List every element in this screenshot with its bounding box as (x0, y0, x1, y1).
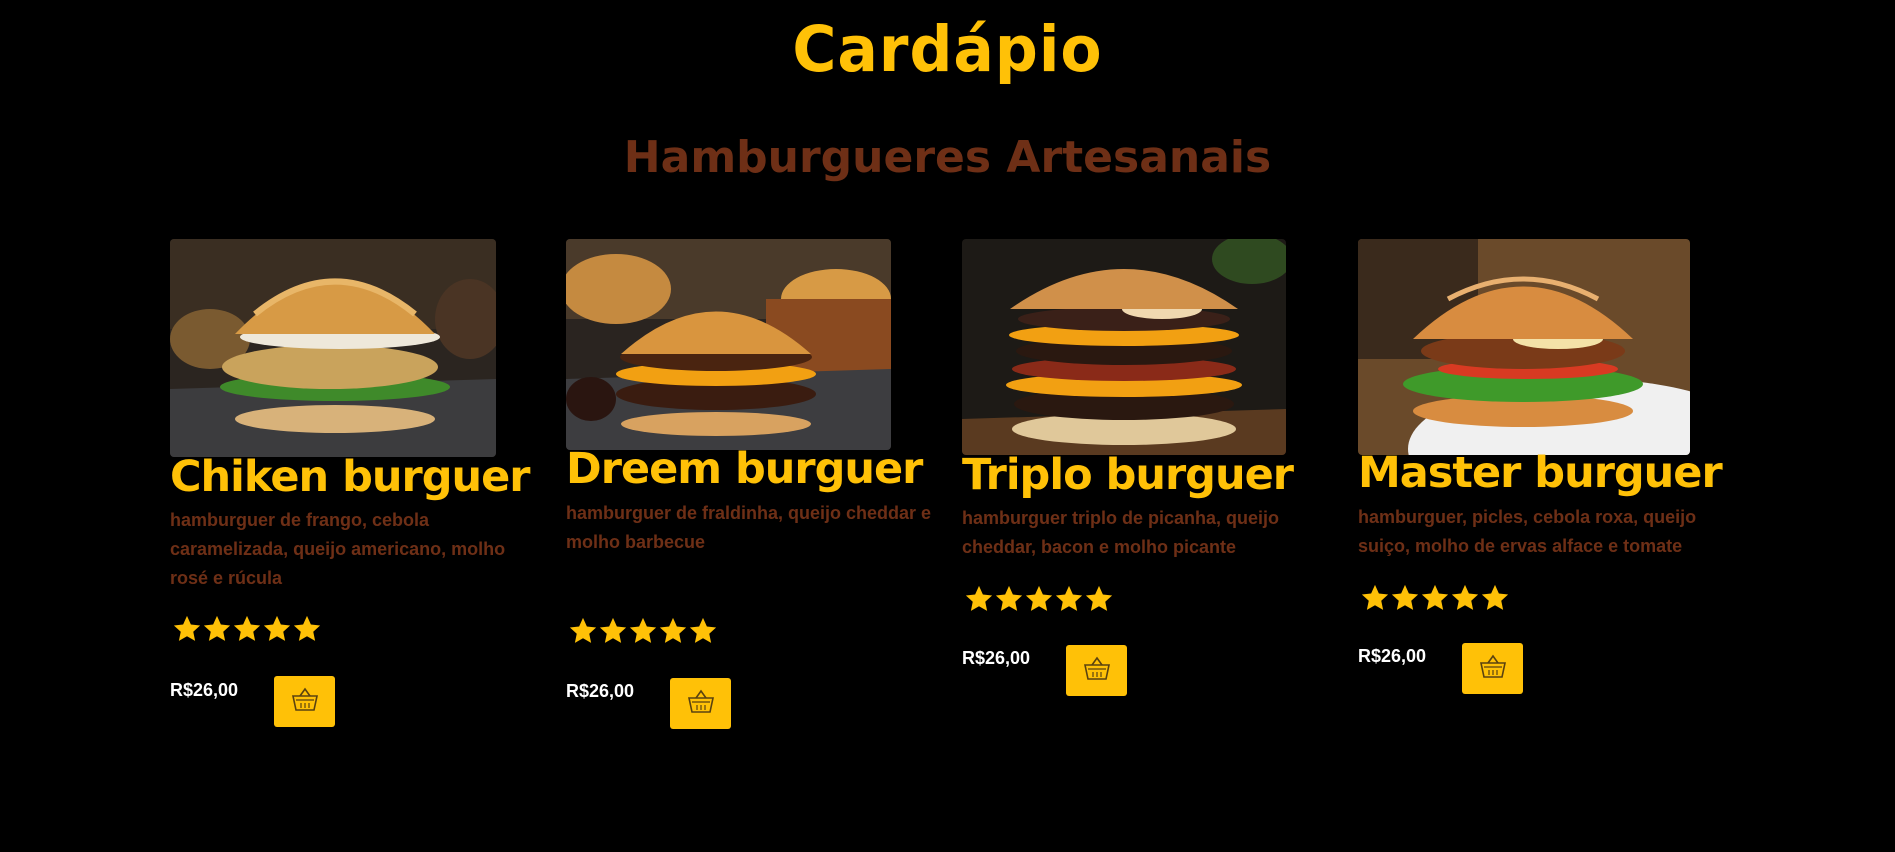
star-icon (232, 614, 262, 644)
basket-icon (291, 686, 319, 717)
star-icon (994, 584, 1024, 614)
star-icon (568, 616, 598, 646)
star-icon (202, 614, 232, 644)
menu-page: Cardápio Hamburgueres Artesanais Chiken … (0, 0, 1895, 852)
product-rating (964, 584, 1114, 614)
add-to-cart-button[interactable] (1462, 643, 1523, 694)
cheddar-burger-photo (566, 239, 891, 450)
star-icon (688, 616, 718, 646)
star-icon (1450, 583, 1480, 613)
product-card-dreem: Dreem burguer hamburguer de fraldinha, q… (566, 239, 936, 739)
product-name: Chiken burguer (170, 452, 530, 502)
product-rating (568, 616, 718, 646)
star-icon (1084, 584, 1114, 614)
star-icon (172, 614, 202, 644)
product-rating (1360, 583, 1510, 613)
basket-icon (1083, 655, 1111, 686)
master-burger-photo (1358, 239, 1690, 455)
section-subtitle: Hamburgueres Artesanais (623, 132, 1272, 183)
star-icon (1480, 583, 1510, 613)
product-card-master: Master burguer hamburguer, picles, cebol… (1358, 239, 1728, 739)
product-price: R$26,00 (170, 680, 239, 700)
product-price: R$26,00 (962, 648, 1031, 668)
product-name: Triplo burguer (962, 450, 1294, 500)
add-to-cart-button[interactable] (274, 676, 335, 727)
star-icon (1054, 584, 1084, 614)
product-description: hamburguer triplo de picanha, queijo che… (962, 508, 1280, 557)
chicken-burger-photo (170, 239, 496, 457)
product-description: hamburguer, picles, cebola roxa, queijo … (1358, 507, 1697, 556)
product-description: hamburguer de fraldinha, queijo cheddar … (566, 503, 932, 552)
page-title: Cardápio (792, 13, 1103, 87)
star-icon (262, 614, 292, 644)
star-icon (658, 616, 688, 646)
star-icon (964, 584, 994, 614)
star-icon (598, 616, 628, 646)
product-card-chiken: Chiken burguer hamburguer de frango, ceb… (170, 239, 540, 739)
star-icon (628, 616, 658, 646)
product-price: R$26,00 (1358, 646, 1427, 666)
triple-burger-photo (962, 239, 1286, 455)
product-price: R$26,00 (566, 681, 635, 701)
basket-icon (1479, 653, 1507, 684)
star-icon (1360, 583, 1390, 613)
add-to-cart-button[interactable] (1066, 645, 1127, 696)
add-to-cart-button[interactable] (670, 678, 731, 729)
product-rating (172, 614, 322, 644)
star-icon (292, 614, 322, 644)
product-name: Dreem burguer (566, 444, 923, 494)
product-description: hamburguer de frango, cebola caramelizad… (170, 510, 506, 588)
star-icon (1390, 583, 1420, 613)
product-name: Master burguer (1358, 448, 1723, 498)
star-icon (1024, 584, 1054, 614)
product-card-triplo: Triplo burguer hamburguer triplo de pica… (962, 239, 1332, 739)
basket-icon (687, 688, 715, 719)
star-icon (1420, 583, 1450, 613)
